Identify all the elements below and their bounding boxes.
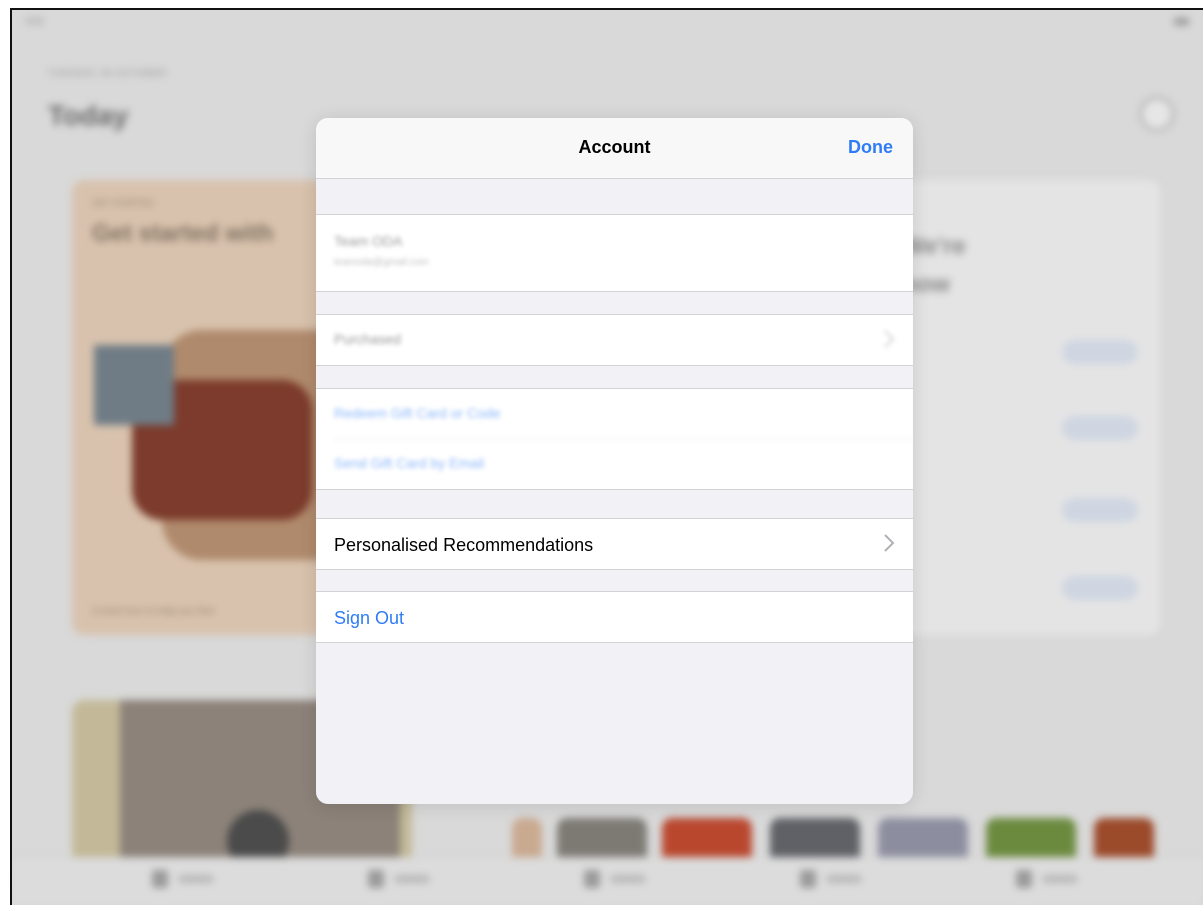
gift-card-group: Redeem Gift Card or Code Send Gift Card … [316, 388, 913, 490]
get-button[interactable] [1062, 340, 1138, 364]
account-sheet: Account Done Team ODA teamoda@gmail.com … [316, 118, 913, 804]
status-time: 9:41 [26, 16, 44, 26]
sheet-title: Account [578, 137, 651, 157]
recommendations-group: Personalised Recommendations [316, 518, 913, 570]
arcade-icon [800, 870, 816, 888]
purchased-row[interactable]: Purchased [316, 315, 913, 365]
tab-today[interactable] [152, 870, 222, 890]
today-icon [152, 870, 168, 888]
account-email: teamoda@gmail.com [334, 257, 429, 268]
tab-label [826, 875, 862, 883]
tab-arcade[interactable] [800, 870, 870, 890]
chevron-right-icon [884, 534, 895, 552]
redeem-gift-card-row[interactable]: Redeem Gift Card or Code [316, 389, 913, 439]
card-illustration-tile [94, 345, 174, 425]
card-footer: A short tour to help you find [92, 606, 214, 617]
tab-label [178, 875, 214, 883]
tab-label [394, 875, 430, 883]
purchased-label: Purchased [334, 331, 401, 347]
done-button[interactable]: Done [848, 137, 893, 158]
get-button[interactable] [1062, 416, 1138, 440]
account-avatar-icon[interactable] [1140, 97, 1174, 131]
account-name: Team ODA [334, 233, 403, 249]
card-eyebrow: GET STARTED [92, 198, 155, 208]
today-title: Today [48, 100, 129, 131]
personalised-recommendations-label: Personalised Recommendations [334, 535, 594, 555]
tab-games[interactable] [368, 870, 438, 890]
tab-bar [12, 857, 1203, 905]
send-gift-card-label: Send Gift Card by Email [334, 455, 485, 471]
personalised-recommendations-row[interactable]: Personalised Recommendations [316, 519, 913, 569]
tab-search[interactable] [1016, 870, 1086, 890]
account-info-group[interactable]: Team ODA teamoda@gmail.com [316, 214, 913, 292]
get-button[interactable] [1062, 498, 1138, 522]
sign-out-row[interactable]: Sign Out [316, 592, 913, 642]
redeem-gift-card-label: Redeem Gift Card or Code [334, 405, 501, 421]
get-button[interactable] [1062, 576, 1138, 600]
search-icon [1016, 870, 1032, 888]
sheet-navigation-bar: Account Done [316, 118, 913, 179]
tab-apps[interactable] [584, 870, 654, 890]
sign-out-group: Sign Out [316, 591, 913, 643]
apps-icon [584, 870, 600, 888]
tab-label [610, 875, 646, 883]
games-icon [368, 870, 384, 888]
purchased-group: Purchased [316, 314, 913, 366]
card-heading: Get started with [92, 220, 274, 247]
send-gift-card-row[interactable]: Send Gift Card by Email [316, 439, 913, 489]
tab-label [1042, 875, 1078, 883]
sign-out-button[interactable]: Sign Out [334, 608, 404, 629]
chevron-right-icon [884, 330, 895, 348]
status-bar: 9:41 ▮▮▮ [26, 16, 1189, 26]
today-date: TUESDAY 28 OCTOBER [48, 68, 168, 78]
battery-icon: ▮▮▮ [1174, 16, 1189, 26]
ipad-screen: 9:41 ▮▮▮ TUESDAY 28 OCTOBER Today GET ST… [10, 8, 1203, 905]
